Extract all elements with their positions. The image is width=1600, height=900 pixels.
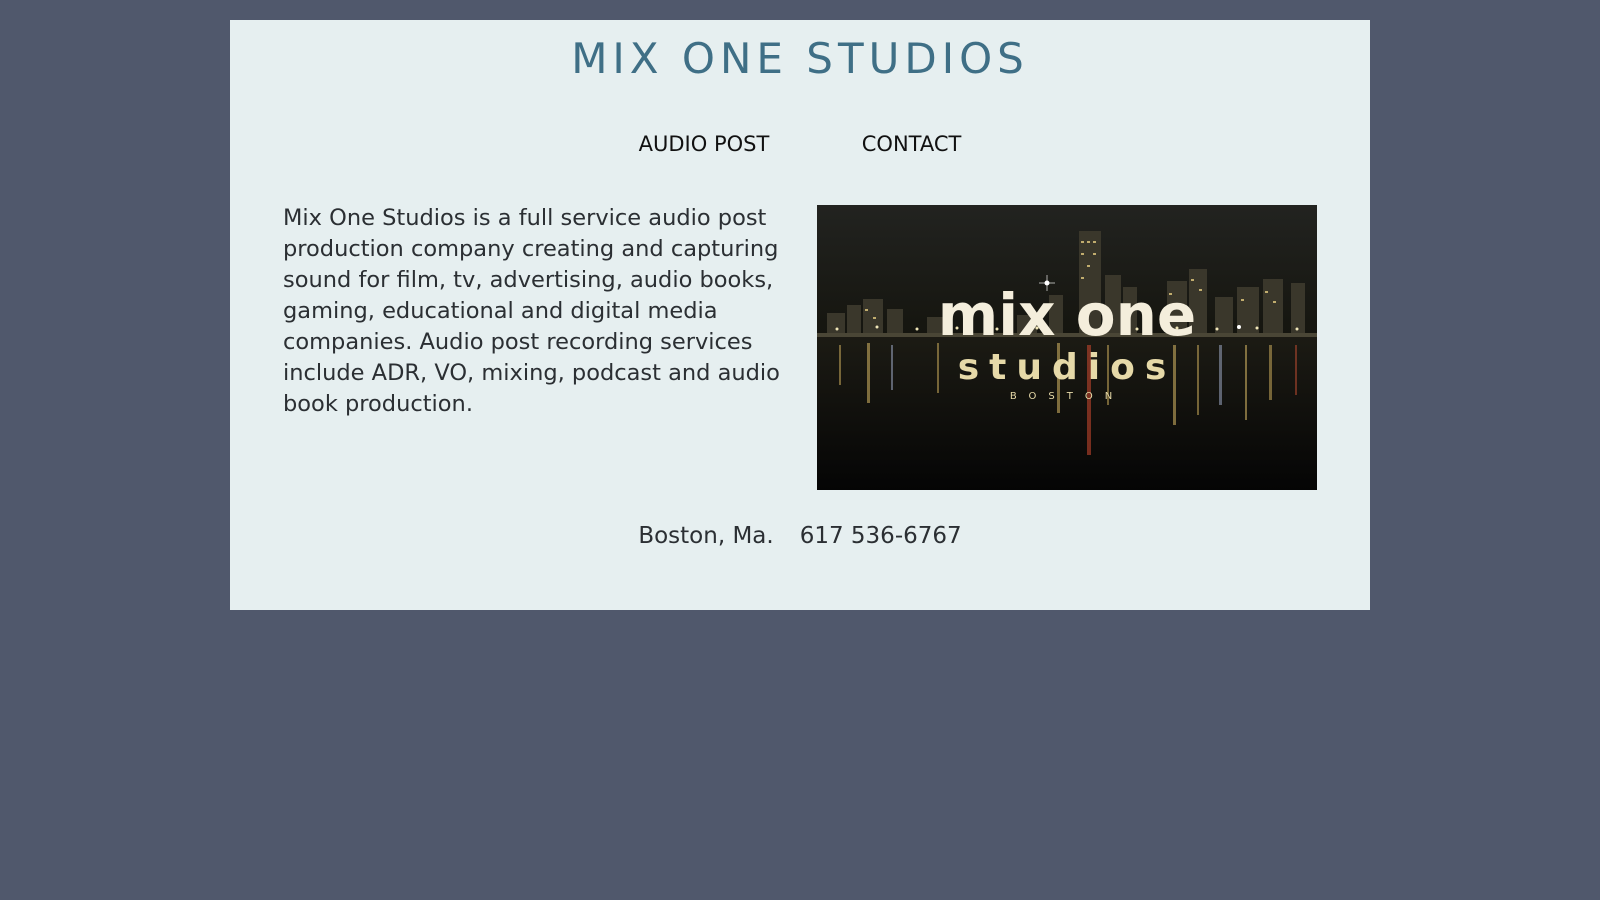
nav-item-contact[interactable]: CONTACT — [862, 132, 962, 156]
footer-phone[interactable]: 617 536-6767 — [800, 523, 962, 549]
boston-skyline-night-image: mix one studios BOSTON — [817, 205, 1317, 490]
intro-paragraph: Mix One Studios is a full service audio … — [283, 205, 780, 417]
logo-line1: mix one — [938, 281, 1196, 349]
site-title[interactable]: MIX ONE STUDIOS — [230, 34, 1370, 83]
content-panel: MIX ONE STUDIOS AUDIO POST CONTACT Mix O… — [230, 20, 1370, 610]
hero-image: mix one studios BOSTON — [817, 205, 1317, 490]
footer-location: Boston, Ma. — [638, 523, 774, 549]
logo-line2: studios — [958, 347, 1177, 388]
footer-contact: Boston, Ma. 617 536-6767 — [230, 523, 1370, 549]
main-nav: AUDIO POST CONTACT — [230, 132, 1370, 156]
nav-item-audio-post[interactable]: AUDIO POST — [639, 132, 770, 156]
logo-line3: BOSTON — [1010, 391, 1124, 402]
